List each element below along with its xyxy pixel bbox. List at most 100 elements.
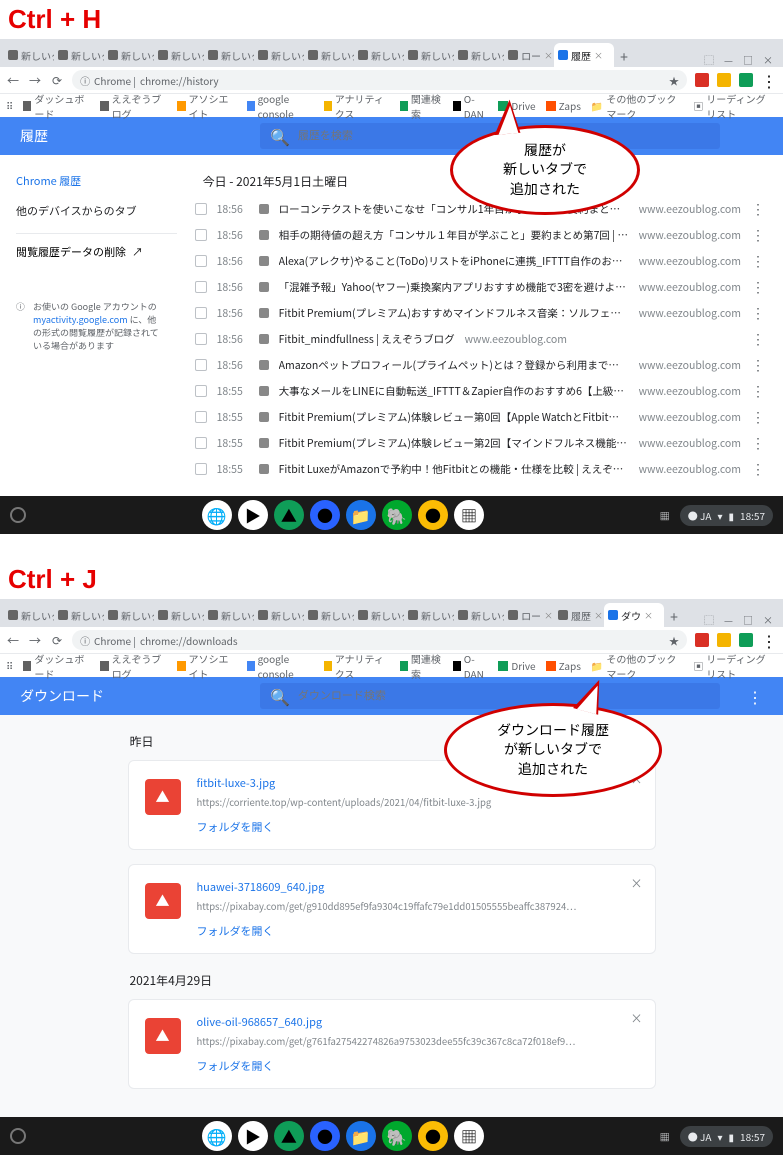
- tab-generic[interactable]: 新しいタ×: [154, 43, 204, 67]
- tab-generic[interactable]: 新しいタ×: [204, 43, 254, 67]
- row-checkbox[interactable]: [195, 463, 207, 475]
- tab-generic[interactable]: 新しいタ×: [454, 43, 504, 67]
- history-row[interactable]: 18:56Alexa(アレクサ)やること(ToDo)リストをiPhoneに連携_…: [193, 248, 767, 274]
- tab-downloads-active[interactable]: ダウ×: [604, 603, 664, 627]
- row-title[interactable]: Fitbit LuxeがAmazonで予約中！他Fitbitとの機能・仕様を比較…: [279, 462, 629, 477]
- drive-app-icon[interactable]: ▲: [274, 500, 304, 530]
- close-window-button[interactable]: ×: [763, 612, 773, 627]
- files-app-icon[interactable]: 📁: [346, 1121, 376, 1151]
- history-row[interactable]: 18:55Fitbit Premium(プレミアム)体験レビュー第2回【マインド…: [193, 430, 767, 456]
- myactivity-link[interactable]: myactivity.google.com: [33, 313, 128, 326]
- app-icon-7[interactable]: ●: [418, 1121, 448, 1151]
- star-icon[interactable]: ★: [669, 633, 679, 648]
- sidebar-clear-data[interactable]: 閲覧履歴データの削除 ↗: [16, 233, 177, 260]
- close-icon[interactable]: ×: [594, 49, 603, 62]
- open-folder-link[interactable]: フォルダを開く: [197, 923, 639, 939]
- tab-generic[interactable]: 新しいタ×: [404, 603, 454, 627]
- other-bookmarks[interactable]: 📁 その他のブックマーク: [591, 651, 683, 681]
- maximize-button[interactable]: □: [743, 612, 753, 627]
- tray-icon[interactable]: ▦: [660, 508, 670, 523]
- minimize-button[interactable]: —: [724, 52, 733, 67]
- app-icon-8[interactable]: ▦: [454, 500, 484, 530]
- forward-button[interactable]: →: [28, 73, 42, 87]
- extension-chip[interactable]: ⬚: [704, 52, 714, 67]
- ext-icon-1[interactable]: [695, 73, 709, 87]
- row-title[interactable]: Fitbit Premium(プレミアム)体験レビュー第0回【Apple Wat…: [279, 410, 629, 425]
- ext-icon-3[interactable]: [739, 633, 753, 647]
- row-menu[interactable]: ⋮: [751, 225, 765, 245]
- bookmark-item[interactable]: アソシエイト: [177, 91, 236, 121]
- tab-generic[interactable]: 新しいタ×: [4, 43, 54, 67]
- bookmark-item[interactable]: ダッシュボード: [23, 91, 90, 121]
- ext-icon-3[interactable]: [739, 73, 753, 87]
- open-folder-link[interactable]: フォルダを開く: [197, 1058, 639, 1074]
- row-title[interactable]: 相手の期待値の超え方「コンサル１年目が学ぶこと」要約まとめ第7回 | ええぞうブ…: [279, 228, 629, 243]
- row-menu[interactable]: ⋮: [751, 303, 765, 323]
- history-row[interactable]: 18:55Fitbit Premium(プレミアム)体験レビュー第0回【Appl…: [193, 404, 767, 430]
- extension-chip[interactable]: ⬚: [704, 612, 714, 627]
- open-folder-link[interactable]: フォルダを開く: [197, 819, 639, 835]
- row-menu[interactable]: ⋮: [751, 433, 765, 453]
- download-filename[interactable]: huawei-3718609_640.jpg: [197, 879, 639, 895]
- tab-generic[interactable]: 新しいタ×: [204, 603, 254, 627]
- bookmark-item[interactable]: google console: [247, 651, 314, 681]
- app-icon-8[interactable]: ▦: [454, 1121, 484, 1151]
- files-app-icon[interactable]: 📁: [346, 500, 376, 530]
- ext-icon-2[interactable]: [717, 633, 731, 647]
- row-title[interactable]: Alexa(アレクサ)やること(ToDo)リストをiPhoneに連携_IFTTT…: [279, 254, 629, 269]
- other-bookmarks[interactable]: 📁 その他のブックマーク: [591, 91, 683, 121]
- play-app-icon[interactable]: ▶: [238, 1121, 268, 1151]
- row-checkbox[interactable]: [195, 307, 207, 319]
- row-checkbox[interactable]: [195, 333, 207, 345]
- status-pill[interactable]: ● JA ▾ ▮ 18:57: [680, 1126, 773, 1147]
- close-window-button[interactable]: ×: [763, 52, 773, 67]
- row-title[interactable]: Amazonペットプロフィール(プライムペット)とは？登録から利用までを解説 |…: [279, 358, 629, 373]
- ext-icon-1[interactable]: [695, 633, 709, 647]
- row-checkbox[interactable]: [195, 359, 207, 371]
- bookmark-item[interactable]: ええぞうブログ: [100, 91, 167, 121]
- row-title[interactable]: Fitbit Premium(プレミアム)体験レビュー第2回【マインドフルネス機…: [279, 436, 629, 451]
- row-title[interactable]: 大事なメールをLINEに自動転送_IFTTT＆Zapier自作のおすすめ6【上級…: [279, 384, 629, 399]
- evernote-app-icon[interactable]: 🐘: [382, 500, 412, 530]
- tab-history-active[interactable]: 履歴×: [554, 43, 614, 67]
- row-menu[interactable]: ⋮: [751, 251, 765, 271]
- reading-list[interactable]: ▣ リーディング リスト: [693, 651, 777, 681]
- history-row[interactable]: 18:56「混雑予報」Yahoo(ヤフー)乗換案内アプリおすすめ機能で3密を避け…: [193, 274, 767, 300]
- launcher-button[interactable]: [10, 507, 26, 523]
- tab-lo[interactable]: ロー×: [504, 43, 554, 67]
- tab-generic[interactable]: 新しいタ×: [354, 603, 404, 627]
- row-menu[interactable]: ⋮: [751, 381, 765, 401]
- tab-generic[interactable]: 新しいタ×: [54, 43, 104, 67]
- history-row[interactable]: 18:56Fitbit_mindfullness | ええぞうブログwww.ee…: [193, 326, 767, 352]
- drive-app-icon[interactable]: ▲: [274, 1121, 304, 1151]
- row-title[interactable]: Fitbit Premium(プレミアム)おすすめマインドフルネス音楽：ソルフェ…: [279, 306, 629, 321]
- evernote-app-icon[interactable]: 🐘: [382, 1121, 412, 1151]
- ext-icon-2[interactable]: [717, 73, 731, 87]
- bookmark-item[interactable]: O-DAN: [453, 651, 489, 681]
- bookmark-item[interactable]: 関連検索: [400, 651, 443, 681]
- tab-generic[interactable]: 新しいタ×: [354, 43, 404, 67]
- reload-button[interactable]: ⟳: [50, 633, 64, 647]
- bookmark-item[interactable]: Zaps: [546, 658, 581, 673]
- reading-list[interactable]: ▣ リーディング リスト: [693, 91, 777, 121]
- row-checkbox[interactable]: [195, 255, 207, 267]
- tray-icon[interactable]: ▦: [660, 1129, 670, 1144]
- tab-generic[interactable]: 新しいタ×: [54, 603, 104, 627]
- forward-button[interactable]: →: [28, 633, 42, 647]
- remove-download-button[interactable]: ×: [630, 1010, 642, 1027]
- back-button[interactable]: ←: [6, 633, 20, 647]
- row-checkbox[interactable]: [195, 281, 207, 293]
- bookmark-item[interactable]: アナリティクス: [324, 651, 390, 681]
- row-menu[interactable]: ⋮: [751, 199, 765, 219]
- row-checkbox[interactable]: [195, 437, 207, 449]
- tab-generic[interactable]: 新しいタ×: [304, 43, 354, 67]
- tab-generic[interactable]: 新しいタ×: [154, 603, 204, 627]
- close-icon[interactable]: ×: [544, 49, 553, 62]
- bookmark-item[interactable]: Zaps: [546, 98, 581, 113]
- bookmark-item[interactable]: O-DAN: [453, 91, 489, 121]
- row-menu[interactable]: ⋮: [751, 329, 765, 349]
- menu-icon[interactable]: ⋮: [761, 628, 777, 652]
- remove-download-button[interactable]: ×: [630, 875, 642, 892]
- launcher-button[interactable]: [10, 1128, 26, 1144]
- bookmark-item[interactable]: Drive: [498, 658, 535, 673]
